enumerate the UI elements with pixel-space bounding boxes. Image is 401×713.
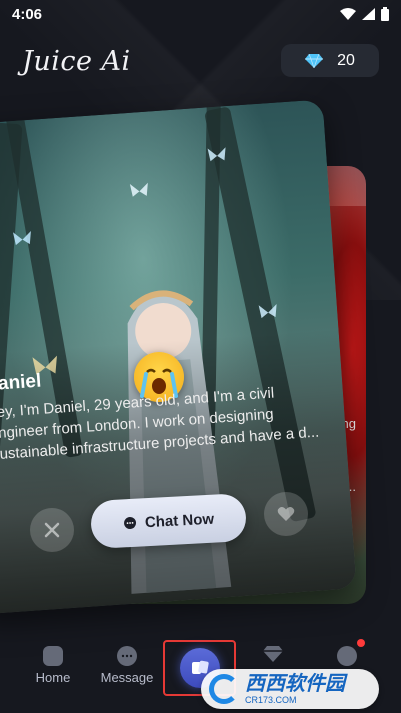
wifi-icon xyxy=(340,8,356,20)
nav-item-profile[interactable] xyxy=(312,646,382,670)
bottom-navigation: Home Message 西西软件园 CR173.COM xyxy=(0,630,401,713)
nav-item-message[interactable]: Message xyxy=(92,646,162,685)
butterfly-icon xyxy=(258,304,277,319)
message-icon xyxy=(117,646,137,666)
like-button[interactable] xyxy=(264,492,308,536)
diamond-icon xyxy=(263,646,283,662)
nav-item-label: Message xyxy=(100,670,154,685)
close-icon xyxy=(44,522,60,538)
nav-item-label: Home xyxy=(35,670,71,685)
watermark-c-icon xyxy=(209,674,239,704)
nav-item-home[interactable]: Home xyxy=(18,646,88,685)
butterfly-icon xyxy=(207,147,226,162)
battery-icon xyxy=(381,7,389,21)
character-name: aniel xyxy=(0,370,42,395)
watermark-main: 西西软件园 xyxy=(245,672,345,695)
app-logo: Juice Ai xyxy=(22,46,131,77)
nav-item-premium[interactable] xyxy=(238,646,308,666)
status-bar: 4:06 xyxy=(0,0,401,28)
watermark-sub: CR173.COM xyxy=(245,694,297,705)
chat-now-label: Chat Now xyxy=(144,510,215,531)
header: Juice Ai 20 xyxy=(0,44,401,78)
gem-count: 20 xyxy=(337,51,355,69)
chat-now-button[interactable]: Chat Now xyxy=(89,492,248,550)
gem-balance-button[interactable]: 20 xyxy=(281,44,379,77)
watermark-logo: 西西软件园 CR173.COM xyxy=(201,669,379,709)
profile-icon xyxy=(337,646,357,666)
notification-dot xyxy=(357,639,365,647)
diamond-icon xyxy=(305,53,324,68)
chat-bubble-icon xyxy=(123,517,136,530)
status-icons xyxy=(340,7,389,21)
dislike-button[interactable] xyxy=(30,508,74,552)
heart-icon xyxy=(277,507,295,521)
butterfly-icon xyxy=(129,182,148,197)
butterfly-icon xyxy=(12,230,31,246)
home-icon xyxy=(43,646,63,666)
status-time: 4:06 xyxy=(12,5,43,23)
signal-icon xyxy=(362,8,375,20)
